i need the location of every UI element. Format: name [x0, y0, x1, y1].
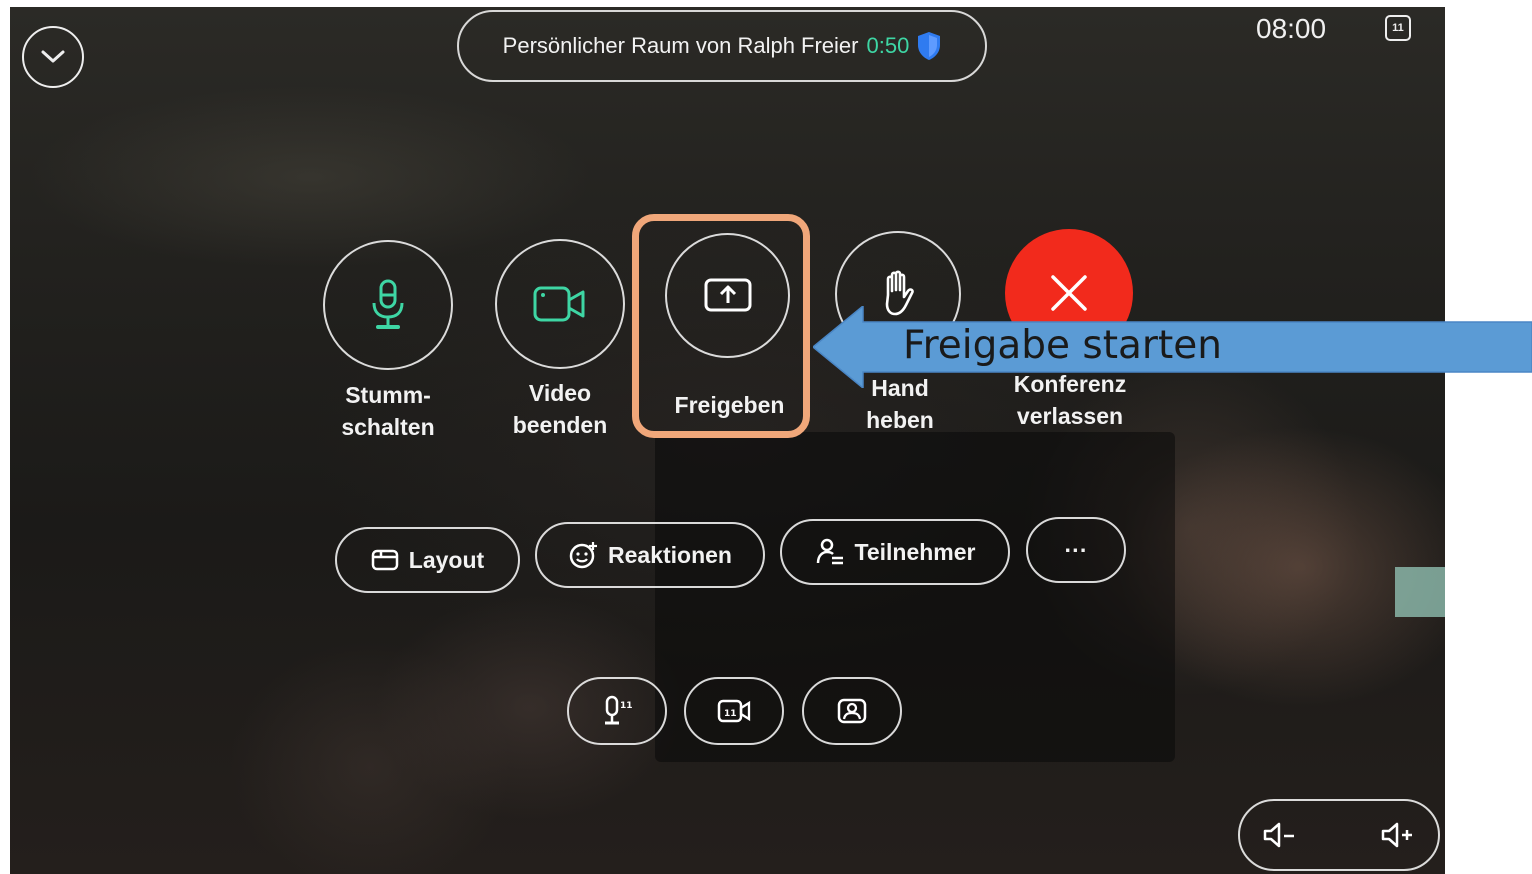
layout-label: Layout — [408, 546, 485, 573]
volume-up-icon[interactable] — [1380, 820, 1416, 850]
share-highlight-box — [632, 214, 810, 438]
status-indicator-text: 11 — [1392, 22, 1404, 34]
screen-photo: Persönlicher Raum von Ralph Freier 0:50 … — [10, 7, 1445, 874]
video-camera-icon — [533, 286, 585, 322]
camera-settings-icon: 11 — [717, 699, 751, 723]
reactions-button[interactable]: Reaktionen — [535, 522, 765, 588]
more-icon: ··· — [1064, 536, 1088, 563]
microphone-settings-button[interactable]: 11 — [567, 677, 667, 745]
self-view-button[interactable] — [802, 677, 902, 745]
chevron-down-icon — [41, 50, 65, 63]
more-button[interactable]: ··· — [1026, 517, 1126, 583]
reactions-label: Reaktionen — [608, 541, 732, 568]
stop-video-button[interactable] — [495, 239, 625, 369]
mute-label: Stumm- schalten — [341, 382, 435, 440]
shield-icon — [918, 32, 941, 60]
svg-text:11: 11 — [724, 709, 737, 719]
svg-text:11: 11 — [620, 701, 633, 711]
participants-button[interactable]: Teilnehmer — [780, 519, 1010, 585]
self-view-icon — [837, 698, 867, 724]
layout-icon — [371, 549, 399, 571]
participants-icon — [816, 538, 843, 565]
call-timer: 0:50 — [866, 33, 910, 58]
camera-settings-button[interactable]: 11 — [684, 677, 784, 745]
reactions-icon — [569, 542, 597, 569]
participants-label: Teilnehmer — [854, 538, 976, 565]
meeting-info-pill[interactable]: Persönlicher Raum von Ralph Freier 0:50 — [457, 10, 987, 82]
volume-control — [1238, 799, 1440, 871]
microphone-settings-icon: 11 — [605, 695, 633, 725]
background-reflection-light — [1395, 567, 1445, 617]
room-title: Persönlicher Raum von Ralph Freier — [502, 33, 859, 58]
mute-button[interactable] — [323, 240, 453, 370]
microphone-icon — [372, 279, 404, 329]
layout-button[interactable]: Layout — [335, 527, 520, 593]
collapse-button[interactable] — [22, 26, 84, 88]
stop-video-label: Video beenden — [512, 380, 608, 438]
callout-text: Freigabe starten — [903, 323, 1222, 368]
volume-down-icon[interactable] — [1262, 820, 1298, 850]
status-indicator[interactable]: 11 — [1385, 15, 1411, 41]
clock: 08:00 — [1256, 13, 1327, 44]
